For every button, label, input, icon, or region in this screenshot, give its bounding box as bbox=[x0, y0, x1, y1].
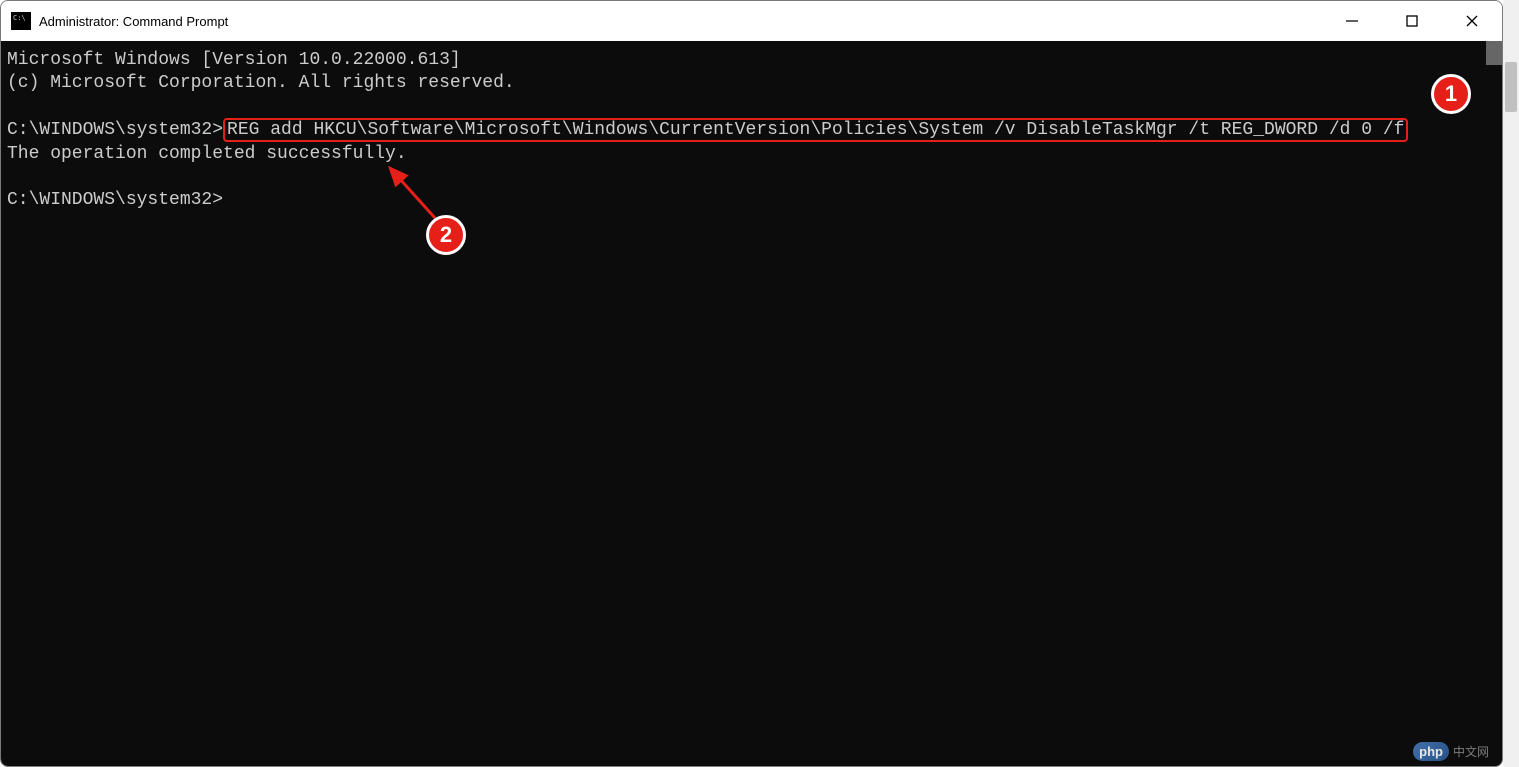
terminal-scrollbar-thumb[interactable] bbox=[1486, 41, 1502, 65]
maximize-icon bbox=[1405, 14, 1419, 28]
command-prompt-window: Administrator: Command Prompt Microsoft … bbox=[0, 0, 1503, 767]
annotation-badge-2: 2 bbox=[426, 215, 466, 255]
terminal-area[interactable]: Microsoft Windows [Version 10.0.22000.61… bbox=[1, 41, 1502, 766]
page-scrollbar[interactable] bbox=[1503, 0, 1519, 767]
close-icon bbox=[1465, 14, 1479, 28]
watermark: php 中文网 bbox=[1413, 742, 1489, 761]
copyright-line: (c) Microsoft Corporation. All rights re… bbox=[7, 73, 515, 93]
page-scrollbar-thumb[interactable] bbox=[1505, 62, 1517, 112]
prompt-1: C:\WINDOWS\system32> bbox=[7, 120, 223, 140]
window-title: Administrator: Command Prompt bbox=[39, 14, 1322, 29]
command-highlight: REG add HKCU\Software\Microsoft\Windows\… bbox=[223, 118, 1408, 142]
watermark-text: 中文网 bbox=[1453, 743, 1489, 760]
terminal-scrollbar[interactable] bbox=[1486, 41, 1502, 766]
cmd-icon bbox=[11, 12, 31, 30]
prompt-2: C:\WINDOWS\system32> bbox=[7, 190, 223, 210]
annotation-badge-1: 1 bbox=[1431, 74, 1471, 114]
close-button[interactable] bbox=[1442, 1, 1502, 41]
watermark-logo: php bbox=[1413, 742, 1449, 761]
maximize-button[interactable] bbox=[1382, 1, 1442, 41]
minimize-icon bbox=[1345, 14, 1359, 28]
minimize-button[interactable] bbox=[1322, 1, 1382, 41]
window-controls bbox=[1322, 1, 1502, 41]
command-text: REG add HKCU\Software\Microsoft\Windows\… bbox=[227, 120, 1404, 140]
titlebar[interactable]: Administrator: Command Prompt bbox=[1, 1, 1502, 41]
result-line: The operation completed successfully. bbox=[7, 144, 407, 164]
version-line: Microsoft Windows [Version 10.0.22000.61… bbox=[7, 50, 461, 70]
